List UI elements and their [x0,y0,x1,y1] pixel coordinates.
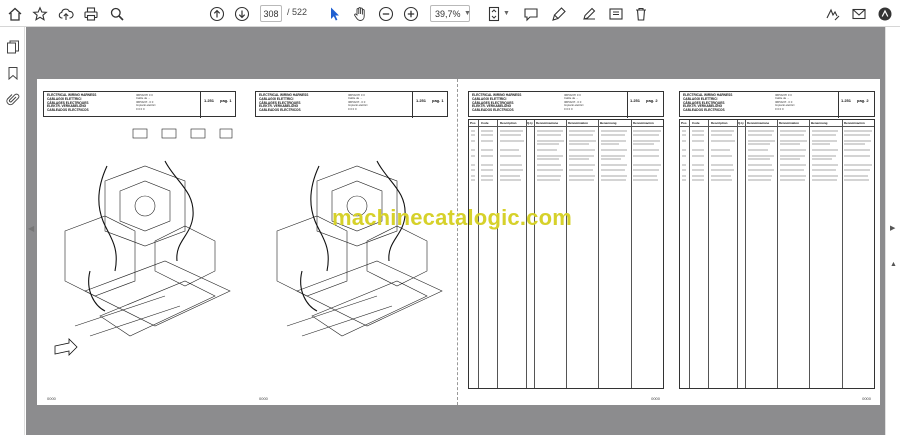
document-area[interactable]: ◀ ELECTRICAL WIRING HARNESS CABLAGGI ELE… [26,27,885,435]
page-subtitle: IMPIANTI 0 0 Cable de ... IMPIANT.. 0 0 … [348,93,368,111]
page-current: 308 [263,8,279,19]
zoom-value: 39,7% [435,8,461,19]
spread-divider [457,79,458,405]
page-header: ELECTRICAL WIRING HARNESS CABLAGGI ELETT… [679,91,875,118]
page-footer-number: 0000 [259,396,268,401]
parts-table: Pos Code Description Q.ty Denominazione … [468,119,664,389]
magnifier-icon[interactable] [106,3,128,24]
page-subtitle: IMPIANTI 0 0 Cable de ... IMPIANT.. 0 0 … [136,93,156,111]
print-icon[interactable] [80,3,102,24]
page-drawing-2: ELECTRICAL WIRING HARNESS CABLAGGI ELETT… [255,91,448,403]
upload-icon[interactable] [55,3,77,24]
page-footer-number: 0000 [47,396,56,401]
page-subtitle: IMPIANTI 0 0 Cable de ... IMPIANT.. 0 0 … [775,93,795,111]
page-label: pag. 1 [220,98,232,103]
page-total: / 522 [287,7,308,17]
home-icon[interactable] [4,3,26,24]
page-footer-number: 0000 [651,396,660,401]
cursor-icon[interactable] [323,3,345,24]
hand-icon[interactable] [349,3,371,24]
vertical-scrollbar[interactable]: ▶ ▲ [885,27,900,435]
page-title: ELECTRICAL WIRING HARNESS CABLAGGI ELETT… [259,93,309,113]
attachment-icon[interactable] [4,90,21,107]
sign-icon[interactable] [822,3,844,24]
mail-icon[interactable] [848,3,870,24]
chevron-down-icon[interactable]: ▼ [503,10,510,17]
zoom-in-icon[interactable] [400,3,422,24]
zoom-out-icon[interactable] [375,3,397,24]
page-number-input[interactable]: 308 [260,5,282,22]
exploded-diagram [54,128,233,356]
delete-icon[interactable] [630,3,652,24]
pdf-viewer: 308 / 522 39,7% ▼ ▼ ◀ ELECTRICAL WIRING … [0,0,900,435]
page-title: ELECTRICAL WIRING HARNESS CABLAGGI ELETT… [683,93,733,113]
table-rows [682,130,872,181]
page-footer-number: 0000 [862,396,871,401]
star-icon[interactable] [29,3,51,24]
page-table-2: ELECTRICAL WIRING HARNESS CABLAGGI ELETT… [679,91,875,403]
page-drawing-1: ELECTRICAL WIRING HARNESS CABLAGGI ELETT… [43,91,236,403]
page-title: ELECTRICAL WIRING HARNESS CABLAGGI ELETT… [47,93,97,113]
section-code: 1.251 [204,98,215,103]
page-label: pag. 2 [857,98,869,103]
left-panel [0,27,25,435]
table-rows [471,130,661,181]
parts-table: Pos Code Description Q.ty Denominazione … [679,119,875,389]
watermark-text: machinecatalogic.com [332,205,572,230]
page-label: pag. 1 [432,98,444,103]
account-icon[interactable] [874,3,896,24]
scroll-right-icon[interactable]: ▶ [890,224,895,232]
comment-icon[interactable] [520,3,542,24]
page-subtitle: IMPIANTI 0 0 Cable de ... IMPIANT.. 0 0 … [564,93,584,111]
chevron-down-icon[interactable]: ▼ [464,10,471,17]
page-fit-icon[interactable] [483,3,505,24]
page-header: ELECTRICAL WIRING HARNESS CABLAGGI ELETT… [468,91,664,118]
bookmark-icon[interactable] [4,64,21,81]
arrow-down-icon[interactable] [231,3,253,24]
page-header: ELECTRICAL WIRING HARNESS CABLAGGI ELETT… [43,91,236,118]
page-header: ELECTRICAL WIRING HARNESS CABLAGGI ELETT… [255,91,448,118]
section-code: 1.251 [630,98,641,103]
section-code: 1.251 [416,98,427,103]
arrow-up-icon[interactable] [206,3,228,24]
highlighter-icon[interactable] [548,3,570,24]
pen-icon[interactable] [578,3,600,24]
stamp-icon[interactable] [605,3,627,24]
section-code: 1.251 [841,98,852,103]
scroll-up-icon[interactable]: ▲ [890,261,897,268]
page-table-1: ELECTRICAL WIRING HARNESS CABLAGGI ELETT… [468,91,664,403]
page-label: pag. 2 [646,98,658,103]
page-title: ELECTRICAL WIRING HARNESS CABLAGGI ELETT… [472,93,522,113]
scroll-left-icon[interactable]: ◀ [28,224,34,233]
exploded-diagram [276,160,443,337]
pages-icon[interactable] [4,38,21,55]
toolbar: 308 / 522 39,7% ▼ ▼ [0,0,900,27]
